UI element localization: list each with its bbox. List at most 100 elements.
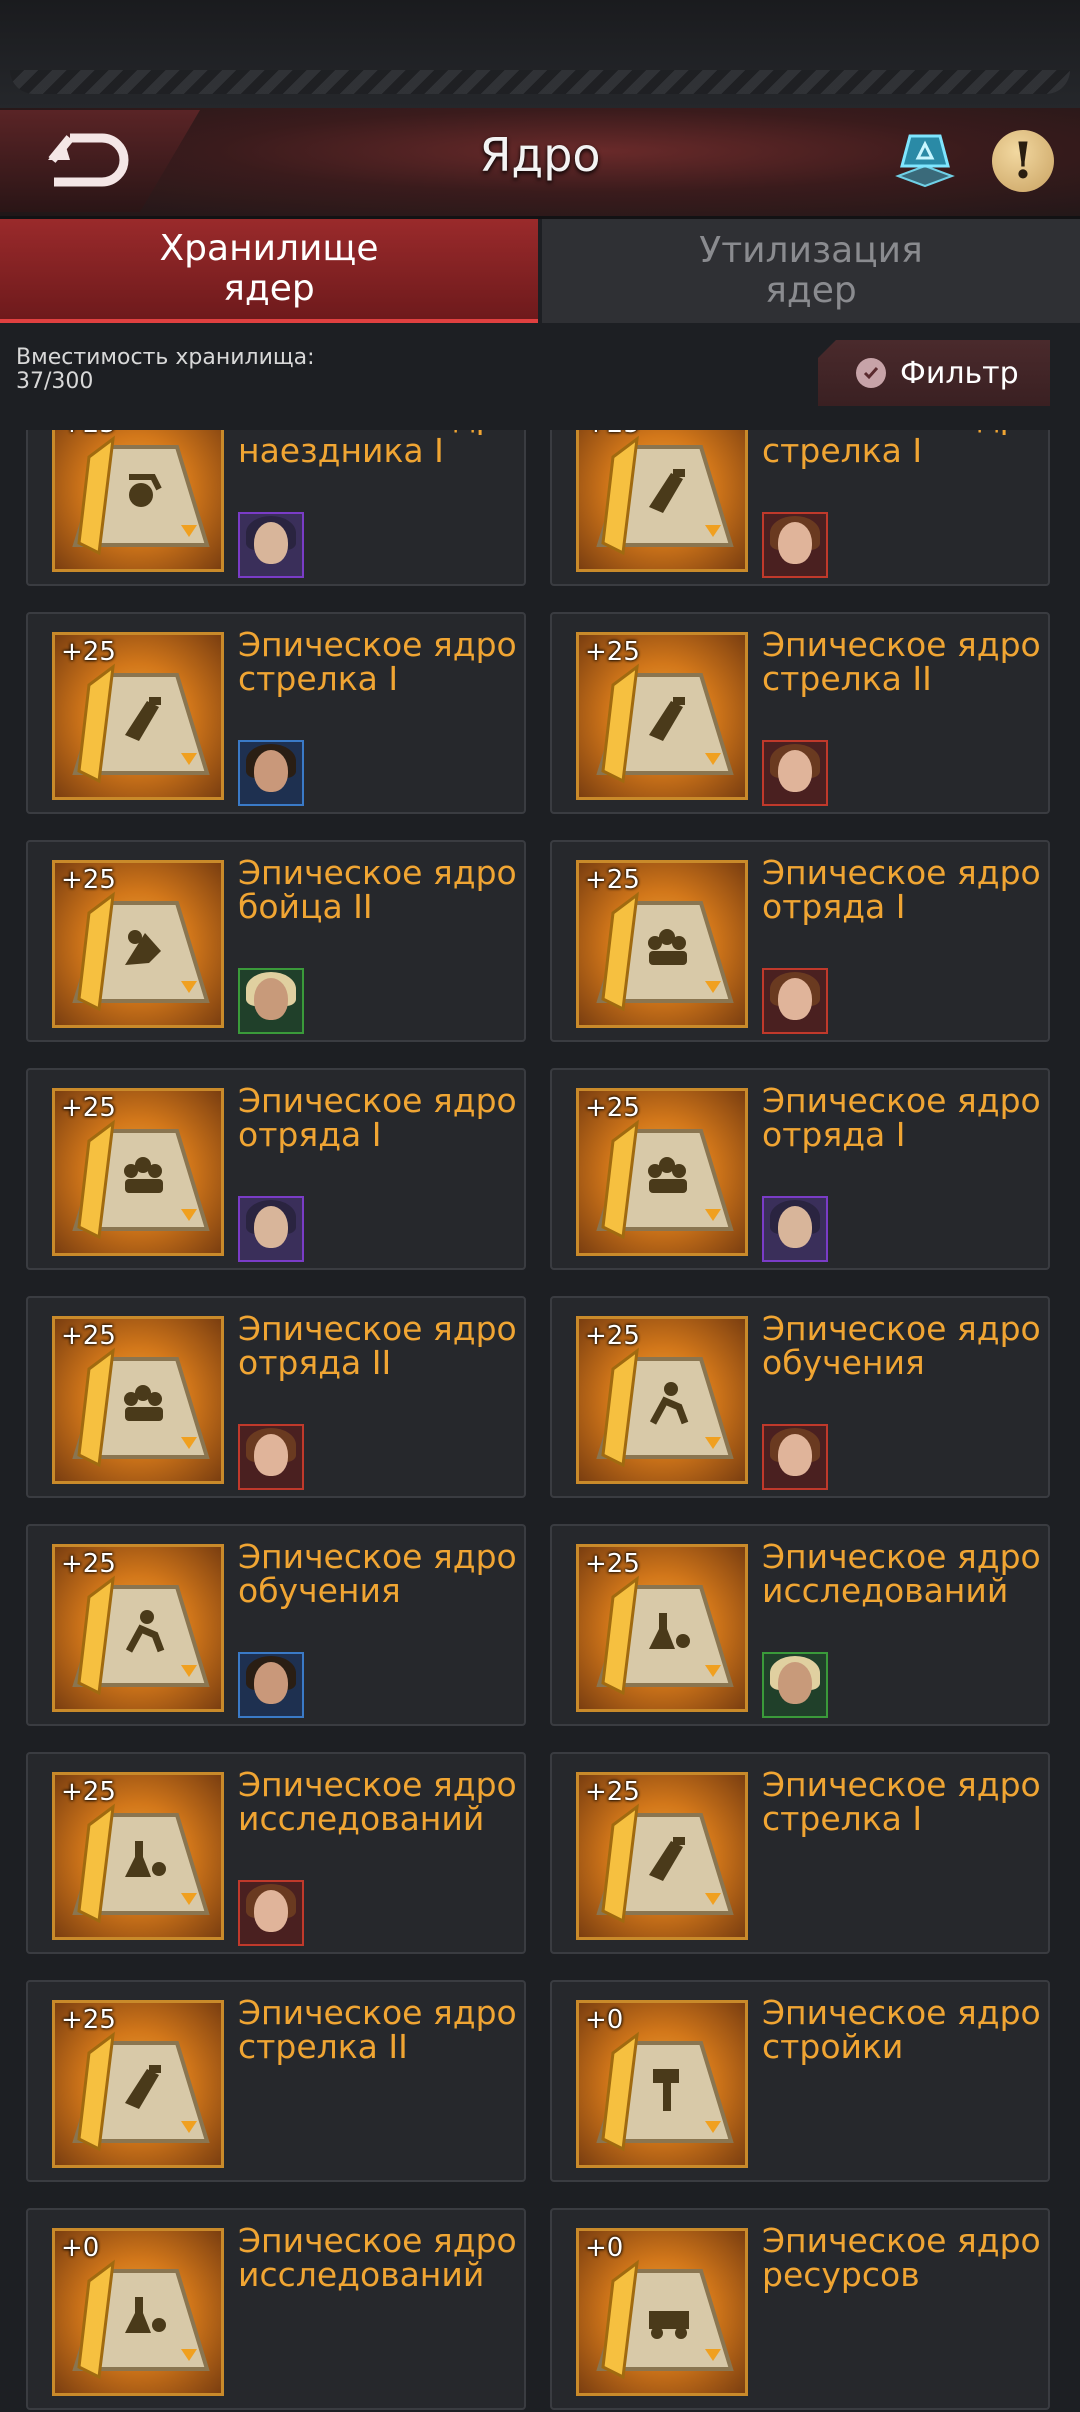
hero-avatar[interactable]	[762, 1196, 828, 1262]
hero-avatar[interactable]	[238, 1880, 304, 1946]
core-card[interactable]: +25 Эпическое ядро обучения	[550, 1296, 1050, 1498]
core-item-icon-frame: +25	[52, 2000, 224, 2168]
core-level: +25	[61, 1321, 116, 1351]
hero-avatar[interactable]	[762, 740, 828, 806]
core-item-icon-frame: +25	[52, 430, 224, 572]
avatar-face	[254, 978, 288, 1020]
hero-avatar[interactable]	[238, 740, 304, 806]
tab-core-storage[interactable]: Хранилище ядер	[0, 219, 538, 323]
core-name: Эпическое ядро отряда I	[762, 853, 1041, 926]
core-item-icon-frame: +0	[576, 2000, 748, 2168]
core-card[interactable]: +0 Эпическое ядро стройки	[550, 1980, 1050, 2182]
core-level: +25	[61, 1093, 116, 1123]
avatar-face	[778, 978, 812, 1020]
core-level: +25	[61, 637, 116, 667]
core-name: Эпическое ядро исследований	[238, 2221, 517, 2294]
core-level: +0	[585, 2233, 624, 2263]
core-name: Эпическое ядро обучения	[238, 1537, 517, 1610]
core-item-icon-frame: +25	[576, 1772, 748, 1940]
core-card[interactable]: +0 Эпическое ядро ресурсов	[550, 2208, 1050, 2410]
hero-avatar[interactable]	[762, 968, 828, 1034]
hero-avatar[interactable]	[762, 512, 828, 578]
core-card[interactable]: +25 Эпическое ядро стрелка I	[550, 430, 1050, 586]
core-level: +25	[585, 1777, 640, 1807]
core-name: Эпическое ядро стрелка I	[762, 1765, 1041, 1838]
avatar-face	[254, 1434, 288, 1476]
core-card[interactable]: +25 Эпическое ядро бойца II	[26, 840, 526, 1042]
hero-avatar[interactable]	[238, 1424, 304, 1490]
avatar-face	[254, 1206, 288, 1248]
core-name: Эпическое ядро отряда I	[762, 1081, 1041, 1154]
core-name: Эпическое ядро отряда II	[238, 1309, 517, 1382]
core-item-icon-frame: +25	[52, 860, 224, 1028]
core-level: +25	[585, 430, 640, 439]
core-item-icon-frame: +0	[52, 2228, 224, 2396]
hero-avatar[interactable]	[238, 512, 304, 578]
core-card[interactable]: +25 Эпическое ядро стрелка I	[550, 1752, 1050, 1954]
core-item-icon-frame: +25	[576, 1316, 748, 1484]
core-card[interactable]: +25 Эпическое ядро отряда I	[26, 1068, 526, 1270]
core-card[interactable]: +25 Эпическое ядро стрелка II	[26, 1980, 526, 2182]
filter-label: Фильтр	[900, 355, 1019, 391]
core-level: +0	[585, 2005, 624, 2035]
storage-capacity: Вместимость хранилища: 37/300	[16, 345, 315, 394]
core-item-icon-frame: +25	[576, 1544, 748, 1712]
core-card[interactable]: +25 Эпическое ядро стрелка II	[550, 612, 1050, 814]
core-level: +0	[61, 2233, 100, 2263]
core-name: Эпическое ядро стройки	[762, 1993, 1041, 2066]
tab-bar: Хранилище ядер Утилизация ядер	[0, 219, 1080, 323]
core-item-icon-frame: +25	[52, 1772, 224, 1940]
core-item-icon-frame: +0	[576, 2228, 748, 2396]
header-bar: Ядро !	[0, 108, 1080, 219]
core-name: Эпическое ядро стрелка I	[762, 430, 1041, 470]
core-name: Эпическое ядро исследований	[762, 1537, 1041, 1610]
core-item-icon-frame: +25	[52, 1088, 224, 1256]
top-frame	[0, 0, 1080, 110]
core-level: +25	[585, 1321, 640, 1351]
core-name: Эпическое ядро исследований	[238, 1765, 517, 1838]
core-level: +25	[61, 430, 116, 439]
core-card[interactable]: +25 Эпическое ядро исследований	[550, 1524, 1050, 1726]
core-item-icon-frame: +25	[576, 430, 748, 572]
core-name: Эпическое ядро обучения	[762, 1309, 1041, 1382]
core-item-icon-frame: +25	[576, 860, 748, 1028]
avatar-face	[254, 1890, 288, 1932]
avatar-face	[778, 1662, 812, 1704]
core-level: +25	[585, 865, 640, 895]
core-card[interactable]: +25 Эпическое ядро стрелка I	[26, 612, 526, 814]
core-name: Эпическое ядро ресурсов	[762, 2221, 1041, 2294]
core-item-icon-frame: +25	[52, 632, 224, 800]
core-card[interactable]: +25 Эпическое ядро отряда II	[26, 1296, 526, 1498]
core-card[interactable]: +25 Эпическое ядро наездника I	[26, 430, 526, 586]
hero-avatar[interactable]	[762, 1424, 828, 1490]
hero-avatar[interactable]	[238, 1652, 304, 1718]
checkmark-icon	[856, 358, 886, 388]
avatar-face	[254, 1662, 288, 1704]
hero-avatar[interactable]	[762, 1652, 828, 1718]
hero-avatar[interactable]	[238, 1196, 304, 1262]
core-list[interactable]: +25 Эпическое ядро наездника I +25 Эпическо…	[0, 430, 1080, 2412]
avatar-face	[778, 522, 812, 564]
avatar-face	[254, 750, 288, 792]
tab-core-recycle[interactable]: Утилизация ядер	[542, 219, 1080, 323]
core-level: +25	[585, 637, 640, 667]
core-name: Эпическое ядро стрелка I	[238, 625, 517, 698]
core-card[interactable]: +0 Эпическое ядро исследований	[26, 2208, 526, 2410]
core-card[interactable]: +25 Эпическое ядро исследований	[26, 1752, 526, 1954]
core-level: +25	[61, 1777, 116, 1807]
rider-icon	[72, 435, 210, 556]
shooter-icon	[596, 435, 734, 556]
core-item-icon-frame: +25	[52, 1316, 224, 1484]
core-name: Эпическое ядро отряда I	[238, 1081, 517, 1154]
core-card[interactable]: +25 Эпическое ядро обучения	[26, 1524, 526, 1726]
core-level: +25	[61, 2005, 116, 2035]
info-icon[interactable]: !	[992, 130, 1054, 192]
hologram-core-icon[interactable]	[890, 126, 960, 196]
core-name: Эпическое ядро стрелка II	[762, 625, 1041, 698]
core-card[interactable]: +25 Эпическое ядро отряда I	[550, 1068, 1050, 1270]
core-card[interactable]: +25 Эпическое ядро отряда I	[550, 840, 1050, 1042]
hero-avatar[interactable]	[238, 968, 304, 1034]
core-name: Эпическое ядро стрелка II	[238, 1993, 517, 2066]
core-item-icon-frame: +25	[576, 1088, 748, 1256]
filter-button[interactable]: Фильтр	[818, 340, 1050, 406]
